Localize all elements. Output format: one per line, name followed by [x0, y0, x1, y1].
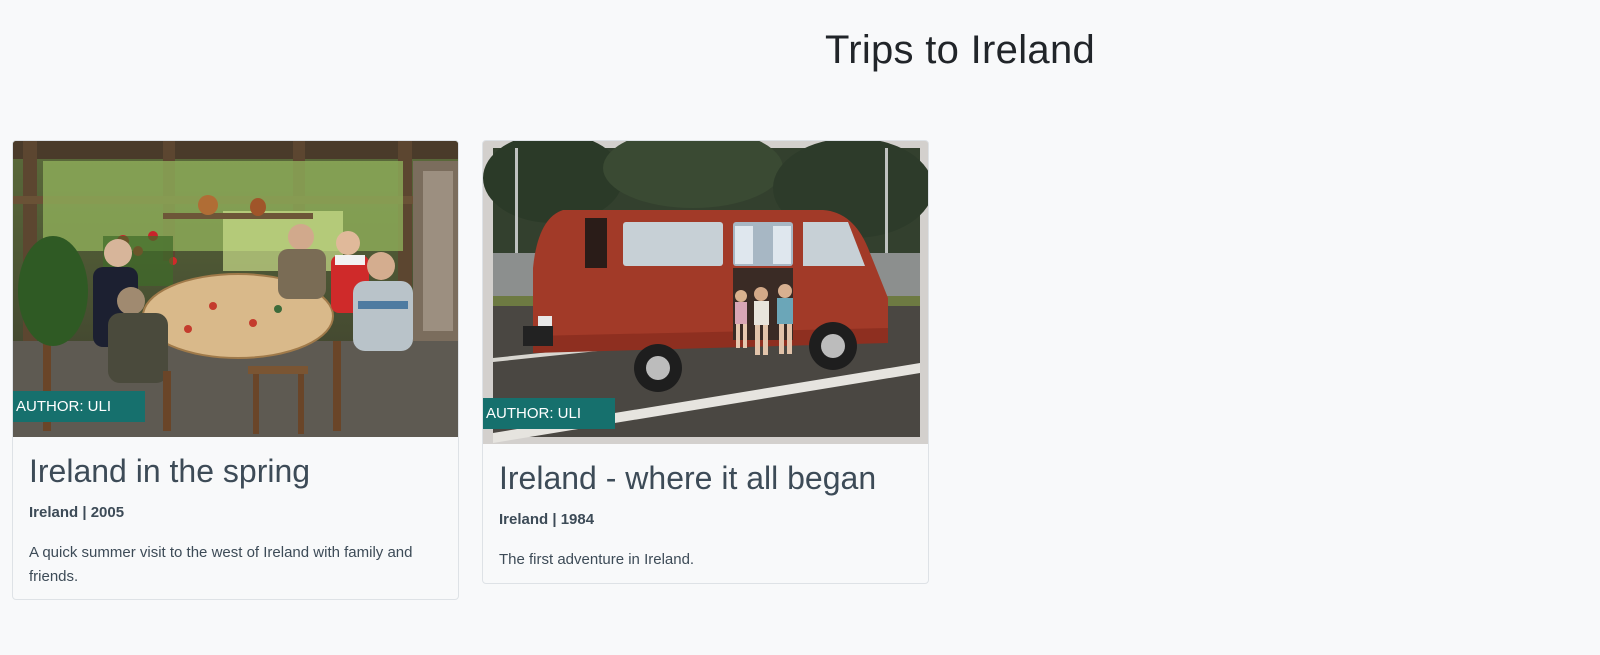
card-meta: Ireland | 2005: [29, 504, 125, 521]
page-title: Trips to Ireland: [824, 28, 1096, 72]
card-description: The first adventure in Ireland.: [499, 551, 695, 568]
card-description: A quick summer visit to the west of Irel…: [29, 544, 413, 585]
card-meta: Ireland | 1984: [499, 511, 595, 528]
author-badge: AUTHOR: ULI: [13, 391, 145, 422]
trip-card[interactable]: AUTHOR: ULI Ireland in the spring Irelan…: [12, 140, 459, 600]
author-badge: AUTHOR: ULI: [483, 398, 615, 429]
card-body: Ireland - where it all began Ireland | 1…: [499, 456, 912, 572]
card-title[interactable]: Ireland - where it all began: [499, 456, 912, 500]
trip-card[interactable]: AUTHOR: ULI Ireland - where it all began…: [482, 140, 929, 584]
card-title[interactable]: Ireland in the spring: [29, 449, 442, 493]
card-body: Ireland in the spring Ireland | 2005 A q…: [29, 449, 442, 589]
